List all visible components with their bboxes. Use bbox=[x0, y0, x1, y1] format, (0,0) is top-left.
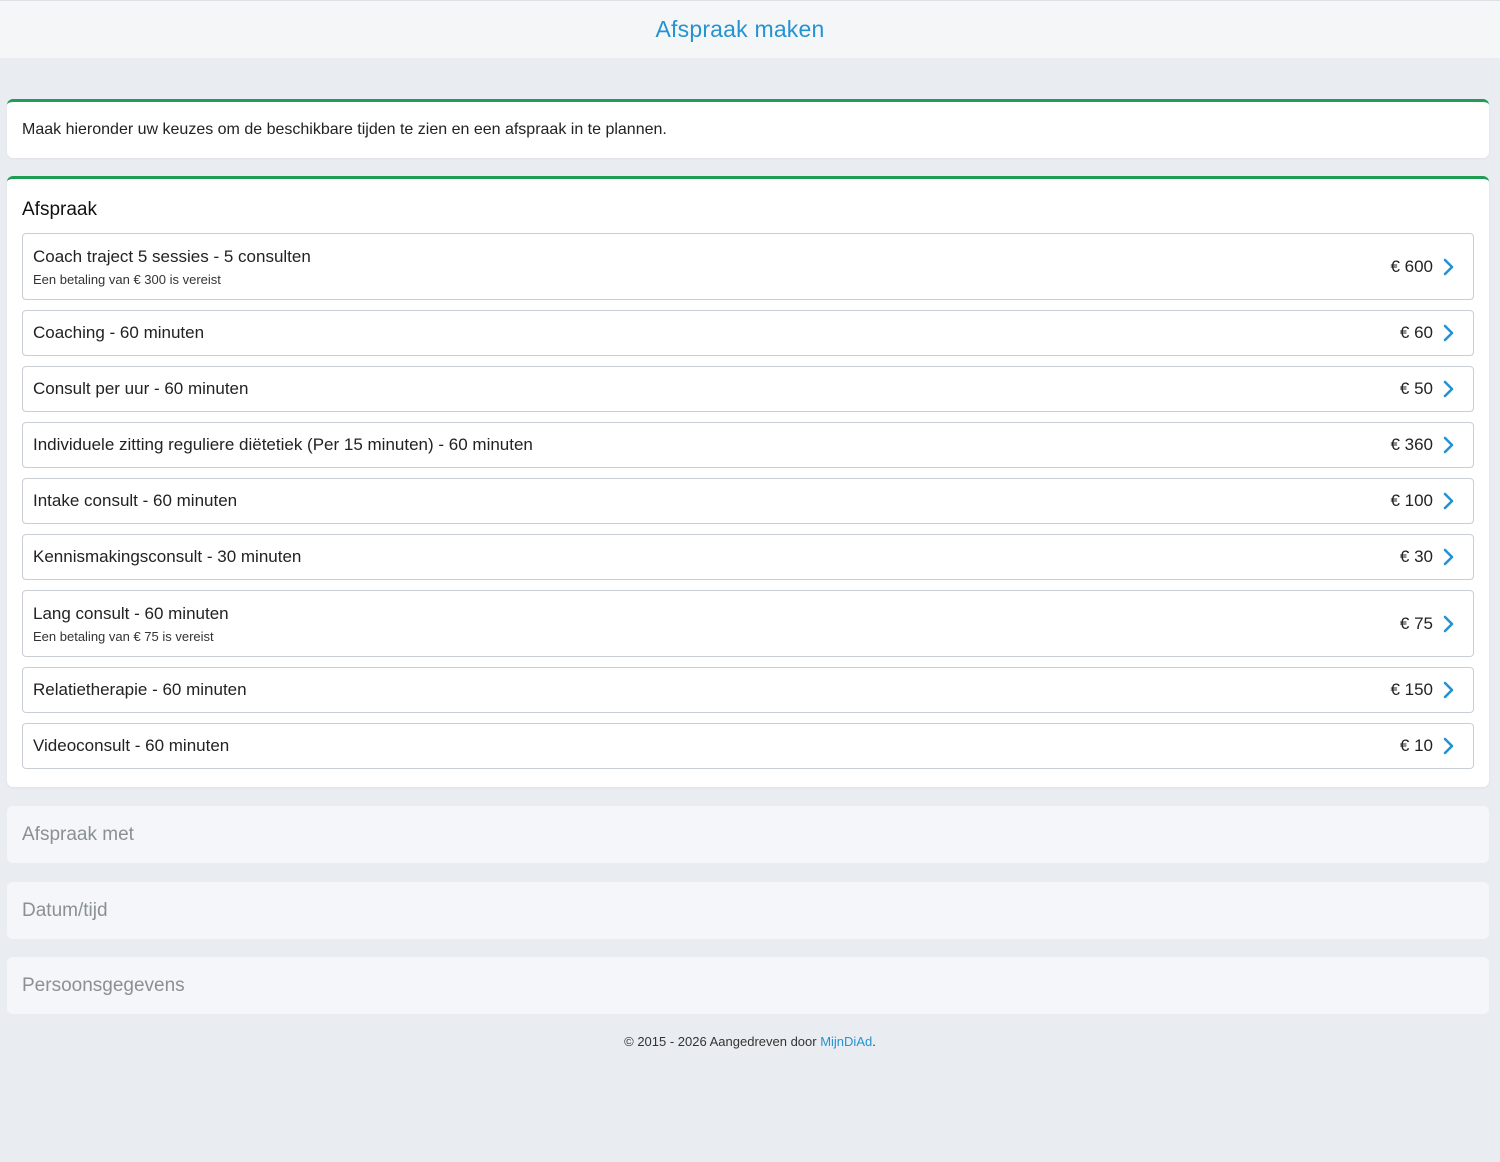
option-name: Kennismakingsconsult - 30 minuten bbox=[33, 547, 302, 566]
chevron-right-icon bbox=[1441, 258, 1455, 276]
chevron-right-icon bbox=[1441, 737, 1455, 755]
chevron-right-icon bbox=[1441, 548, 1455, 566]
section-datetime-label: Datum/tijd bbox=[22, 899, 108, 921]
appointment-card: Afspraak Coach traject 5 sessies - 5 con… bbox=[7, 176, 1489, 787]
section-appointment-with-label: Afspraak met bbox=[22, 823, 134, 845]
option-price: € 60 bbox=[1399, 323, 1433, 342]
page-title: Afspraak maken bbox=[655, 16, 825, 42]
option-name: Videoconsult - 60 minuten bbox=[33, 736, 230, 755]
option-price: € 100 bbox=[1390, 491, 1433, 510]
chevron-right-icon bbox=[1441, 436, 1455, 454]
option-price: € 75 bbox=[1399, 613, 1433, 633]
option-name: Intake consult - 60 minuten bbox=[33, 491, 238, 510]
option-name: Relatietherapie - 60 minuten bbox=[33, 680, 247, 699]
appointment-option[interactable]: Videoconsult - 60 minuten € 10 bbox=[22, 723, 1474, 769]
section-appointment-with[interactable]: Afspraak met bbox=[7, 806, 1489, 863]
appointment-option[interactable]: Intake consult - 60 minuten € 100 bbox=[22, 478, 1474, 524]
appointment-option[interactable]: Relatietherapie - 60 minuten € 150 bbox=[22, 667, 1474, 713]
chevron-right-icon bbox=[1441, 615, 1455, 633]
option-name: Individuele zitting reguliere diëtetiek … bbox=[33, 435, 533, 454]
appointment-heading: Afspraak bbox=[22, 199, 97, 220]
option-name: Coach traject 5 sessies - 5 consulten bbox=[33, 246, 311, 266]
section-personal-details-label: Persoonsgegevens bbox=[22, 974, 185, 996]
option-price: € 30 bbox=[1399, 547, 1433, 566]
appointment-option[interactable]: Individuele zitting reguliere diëtetiek … bbox=[22, 422, 1474, 468]
chevron-right-icon bbox=[1441, 380, 1455, 398]
top-bar: Afspraak maken bbox=[0, 0, 1500, 58]
footer-link-mijndiad[interactable]: MijnDiAd bbox=[820, 1034, 872, 1049]
appointment-option[interactable]: Kennismakingsconsult - 30 minuten € 30 bbox=[22, 534, 1474, 580]
appointment-option[interactable]: Consult per uur - 60 minuten € 50 bbox=[22, 366, 1474, 412]
option-name: Consult per uur - 60 minuten bbox=[33, 379, 249, 398]
section-datetime[interactable]: Datum/tijd bbox=[7, 882, 1489, 939]
chevron-right-icon bbox=[1441, 492, 1455, 510]
option-price: € 10 bbox=[1399, 736, 1433, 755]
footer: © 2015 - 2026 Aangedreven door MijnDiAd. bbox=[0, 1034, 1500, 1049]
appointment-option[interactable]: Lang consult - 60 minuten Een betaling v… bbox=[22, 590, 1474, 657]
option-price: € 50 bbox=[1399, 379, 1433, 398]
option-price: € 150 bbox=[1390, 680, 1433, 699]
footer-suffix: . bbox=[872, 1034, 876, 1049]
appointment-option[interactable]: Coaching - 60 minuten € 60 bbox=[22, 310, 1474, 356]
appointment-option[interactable]: Coach traject 5 sessies - 5 consulten Ee… bbox=[22, 233, 1474, 300]
option-payment-note: Een betaling van € 300 is vereist bbox=[33, 271, 221, 287]
section-personal-details[interactable]: Persoonsgegevens bbox=[7, 957, 1489, 1014]
intro-card: Maak hieronder uw keuzes om de beschikba… bbox=[7, 99, 1489, 158]
option-name: Coaching - 60 minuten bbox=[33, 323, 205, 342]
option-name: Lang consult - 60 minuten bbox=[33, 603, 229, 623]
option-price: € 600 bbox=[1390, 256, 1433, 276]
intro-text: Maak hieronder uw keuzes om de beschikba… bbox=[22, 121, 667, 138]
option-price: € 360 bbox=[1390, 435, 1433, 454]
chevron-right-icon bbox=[1441, 324, 1455, 342]
option-payment-note: Een betaling van € 75 is vereist bbox=[33, 628, 214, 644]
chevron-right-icon bbox=[1441, 681, 1455, 699]
footer-text: © 2015 - 2026 Aangedreven door bbox=[624, 1034, 821, 1049]
